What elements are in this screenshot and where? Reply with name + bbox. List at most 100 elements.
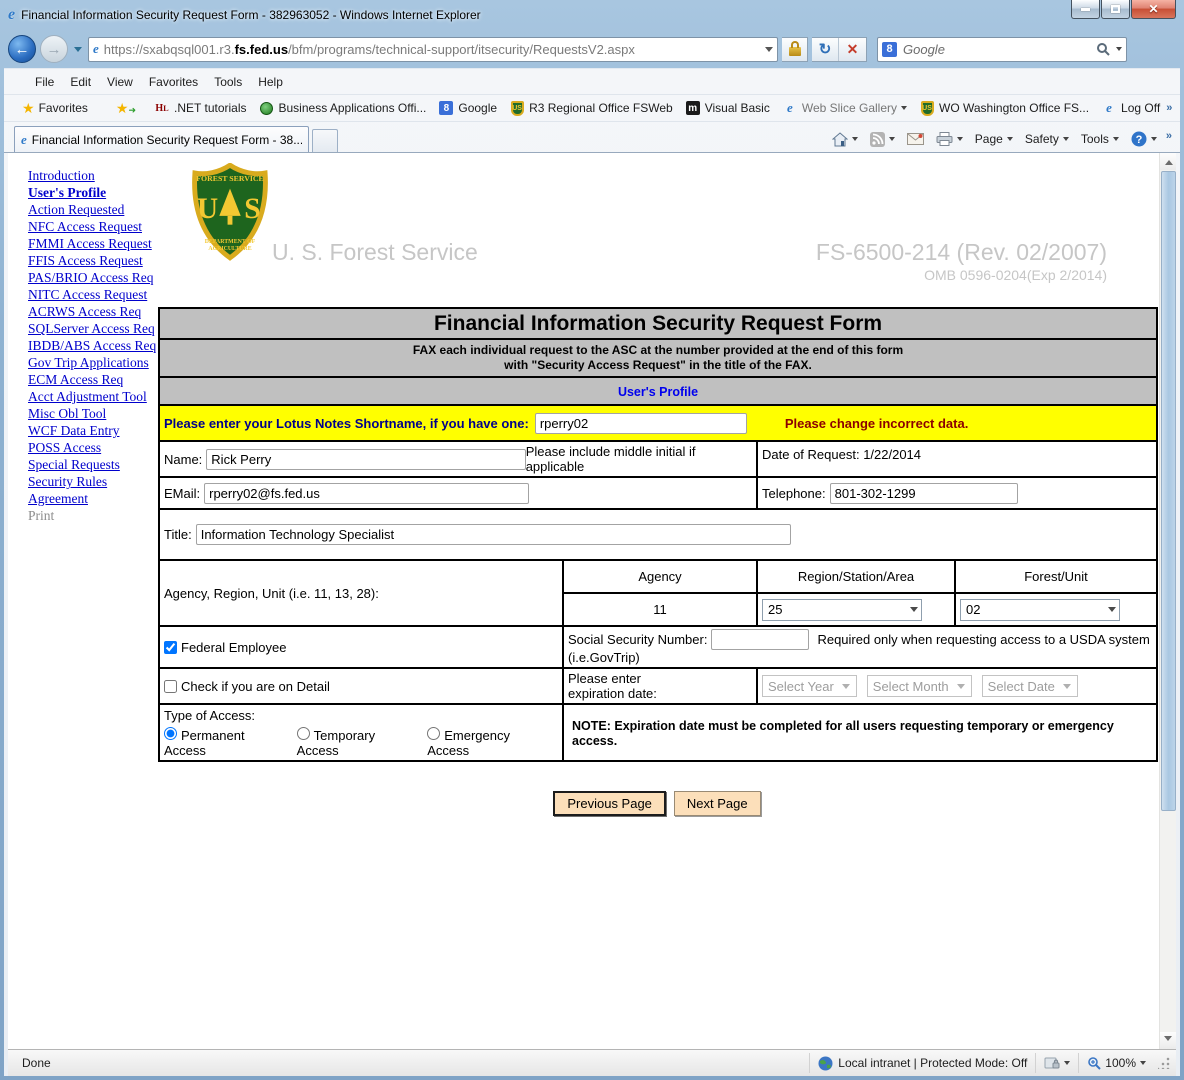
menu-help[interactable]: Help — [251, 73, 290, 91]
stop-button[interactable]: ✕ — [839, 38, 866, 61]
scroll-down-button[interactable] — [1160, 1032, 1176, 1049]
vertical-scrollbar[interactable] — [1159, 153, 1176, 1049]
menu-favorites[interactable]: Favorites — [142, 73, 205, 91]
sidebar-item-sqlserver[interactable]: SQLServer Access Req — [28, 320, 158, 337]
chevron-down-icon — [1063, 137, 1069, 144]
sidebar-item-security-rules[interactable]: Security Rules — [28, 473, 158, 490]
favorite-link-web-slice[interactable]: eWeb Slice Gallery — [776, 98, 913, 118]
email-input[interactable] — [204, 483, 529, 504]
address-dropdown-icon[interactable] — [765, 47, 773, 56]
menu-view[interactable]: View — [100, 73, 140, 91]
search-placeholder[interactable]: Google — [903, 42, 1096, 57]
sidebar-item-wcf[interactable]: WCF Data Entry — [28, 422, 158, 439]
sidebar-item-nitc[interactable]: NITC Access Request — [28, 286, 158, 303]
new-tab-button[interactable] — [312, 129, 338, 152]
mail-button[interactable] — [902, 131, 929, 147]
temporary-access-radio[interactable]: Temporary Access — [297, 727, 416, 758]
expiration-note: NOTE: Expiration date must be completed … — [572, 719, 1114, 748]
sidebar-item-acct-adjustment[interactable]: Acct Adjustment Tool — [28, 388, 158, 405]
federal-employee-checkbox[interactable]: Federal Employee — [164, 640, 558, 655]
help-dropdown-icon[interactable] — [1151, 137, 1157, 144]
sidebar-item-ffis[interactable]: FFIS Access Request — [28, 252, 158, 269]
sidebar-item-users-profile[interactable]: User's Profile — [28, 184, 158, 201]
refresh-button[interactable]: ↻ — [812, 38, 839, 61]
zoom-control[interactable]: 100% — [1078, 1053, 1154, 1073]
select-date-dropdown[interactable]: Select Date — [982, 675, 1078, 697]
telephone-input[interactable] — [830, 483, 1018, 504]
menu-file[interactable]: File — [28, 73, 61, 91]
favorite-link-logoff[interactable]: eLog Off — [1095, 98, 1166, 118]
search-icon[interactable] — [1096, 42, 1110, 56]
emergency-access-radio[interactable]: Emergency Access — [427, 727, 550, 758]
search-dropdown-icon[interactable] — [1116, 47, 1122, 54]
favorites-button[interactable]: ★Favorites — [14, 98, 96, 119]
protected-mode-button[interactable] — [1035, 1053, 1078, 1073]
sidebar-item-govtrip[interactable]: Gov Trip Applications — [28, 354, 158, 371]
home-dropdown-icon[interactable] — [852, 137, 858, 144]
sidebar-item-ibdb-abs[interactable]: IBDB/ABS Access Req — [28, 337, 158, 354]
favorite-link-google[interactable]: 8Google — [432, 98, 503, 118]
history-dropdown-icon[interactable] — [74, 47, 82, 56]
tools-menu-button[interactable]: Tools — [1076, 130, 1124, 148]
address-bar[interactable]: e https://sxabqsql001.r3.fs.fed.us/bfm/p… — [88, 37, 778, 62]
sidebar-item-fmmi[interactable]: FMMI Access Request — [28, 235, 158, 252]
url-text[interactable]: https://sxabqsql001.r3.fs.fed.us/bfm/pro… — [104, 42, 765, 57]
minimize-button[interactable] — [1071, 0, 1100, 19]
add-favorite-button[interactable]: ★➜ — [108, 98, 148, 119]
select-month-dropdown[interactable]: Select Month — [867, 675, 972, 697]
title-bar[interactable]: e Financial Information Security Request… — [0, 0, 1184, 30]
sidebar-item-misc-obl[interactable]: Misc Obl Tool — [28, 405, 158, 422]
favorite-link-r3[interactable]: USR3 Regional Office FSWeb — [503, 98, 679, 118]
sidebar-item-acrws[interactable]: ACRWS Access Req — [28, 303, 158, 320]
print-button[interactable] — [931, 130, 968, 148]
close-button[interactable]: ✕ — [1131, 0, 1176, 19]
sidebar-item-pas-brio[interactable]: PAS/BRIO Access Req — [28, 269, 158, 286]
sidebar-item-ecm[interactable]: ECM Access Req — [28, 371, 158, 388]
scroll-up-button[interactable] — [1160, 153, 1176, 170]
previous-page-button[interactable]: Previous Page — [553, 791, 666, 816]
forward-button[interactable]: → — [40, 35, 68, 63]
tab-active[interactable]: e Financial Information Security Request… — [14, 126, 309, 152]
security-lock-button[interactable] — [782, 37, 808, 62]
sidebar-item-print: Print — [28, 507, 158, 524]
select-year-dropdown[interactable]: Select Year — [762, 675, 857, 697]
sidebar-item-agreement[interactable]: Agreement — [28, 490, 158, 507]
favorite-link-visual-basic[interactable]: mVisual Basic — [679, 98, 776, 118]
favorite-link-business-apps[interactable]: Business Applications Offi... — [253, 98, 433, 118]
next-page-button[interactable]: Next Page — [674, 791, 761, 816]
scrollbar-thumb[interactable] — [1161, 171, 1176, 811]
overflow-chevron-icon[interactable]: » — [1166, 102, 1172, 114]
print-dropdown-icon[interactable] — [957, 137, 963, 144]
overflow-chevron-icon[interactable]: » — [1166, 130, 1172, 142]
resize-grip[interactable] — [1158, 1057, 1170, 1069]
on-detail-checkbox[interactable]: Check if you are on Detail — [164, 679, 558, 694]
help-button[interactable]: ? — [1126, 129, 1162, 149]
region-select[interactable]: 25 — [762, 599, 922, 621]
maximize-button[interactable] — [1101, 0, 1130, 19]
email-label: EMail: — [164, 486, 200, 501]
sidebar-item-introduction[interactable]: Introduction — [28, 167, 158, 184]
menu-tools[interactable]: Tools — [207, 73, 249, 91]
sidebar-item-action-requested[interactable]: Action Requested — [28, 201, 158, 218]
sidebar-item-special-requests[interactable]: Special Requests — [28, 456, 158, 473]
page-menu-button[interactable]: Page — [970, 130, 1018, 148]
name-input[interactable] — [206, 449, 525, 470]
menu-edit[interactable]: Edit — [63, 73, 98, 91]
sidebar-item-nfc[interactable]: NFC Access Request — [28, 218, 158, 235]
home-button[interactable] — [827, 130, 863, 149]
favorite-link-wo[interactable]: USWO Washington Office FS... — [913, 98, 1095, 118]
sidebar-item-poss[interactable]: POSS Access — [28, 439, 158, 456]
protected-mode-icon — [1044, 1056, 1060, 1070]
forest-select[interactable]: 02 — [960, 599, 1120, 621]
favorite-link-net-tutorials[interactable]: HL.NET tutorials — [148, 98, 252, 118]
search-box[interactable]: 8 Google — [877, 37, 1127, 62]
ssn-input[interactable] — [711, 629, 809, 650]
feeds-button[interactable] — [865, 130, 900, 149]
safety-menu-button[interactable]: Safety — [1020, 130, 1074, 148]
permanent-access-radio[interactable]: Permanent Access — [164, 727, 285, 758]
title-input[interactable] — [196, 524, 791, 545]
feeds-dropdown-icon[interactable] — [889, 137, 895, 144]
zoom-level: 100% — [1105, 1056, 1136, 1070]
shortname-input[interactable] — [535, 413, 747, 434]
back-button[interactable]: ← — [8, 35, 36, 63]
